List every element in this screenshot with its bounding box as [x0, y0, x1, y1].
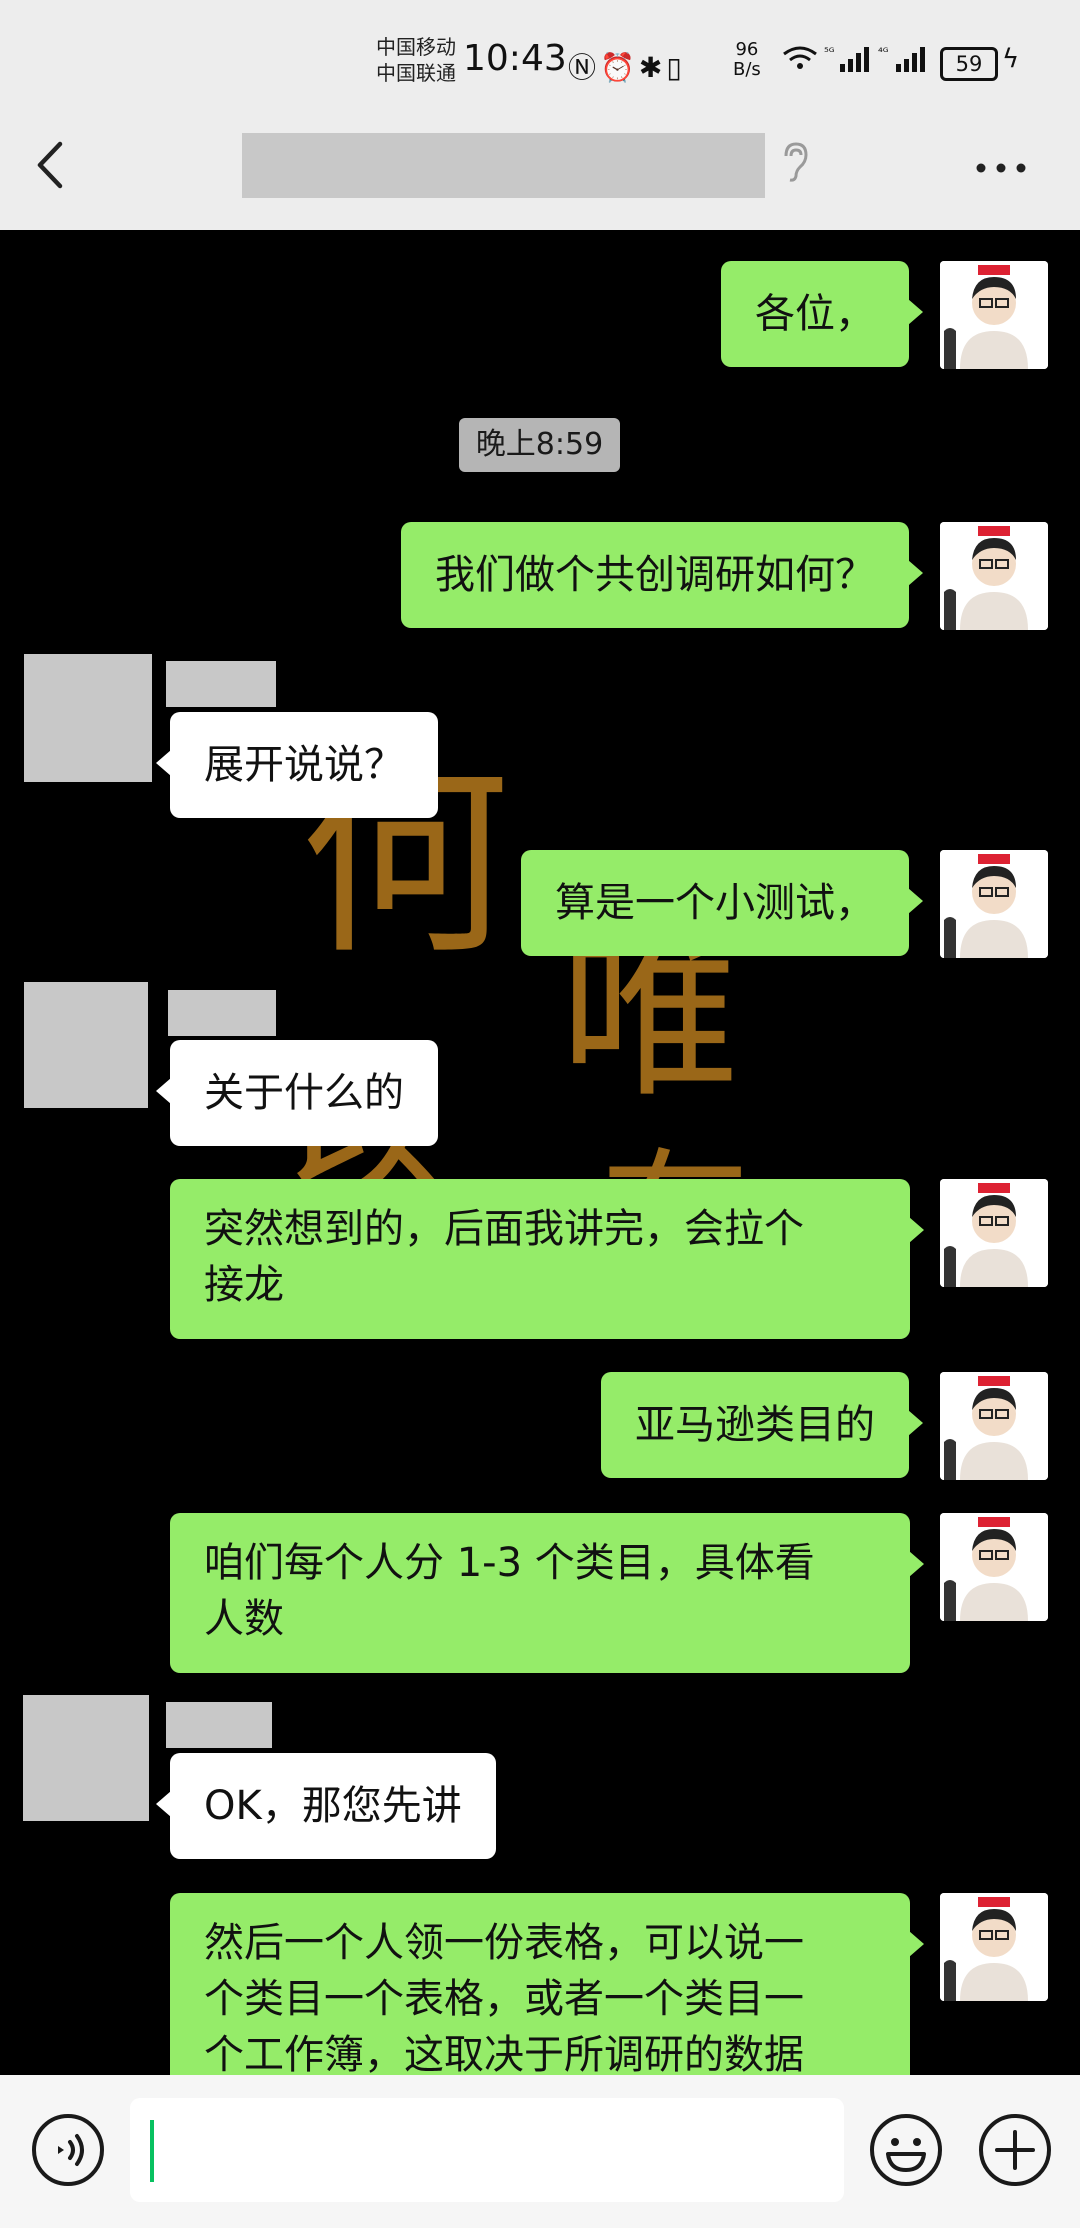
sender-name-redacted: [168, 990, 276, 1036]
message-bubble-sent[interactable]: 算是一个小测试，: [521, 850, 923, 956]
text-cursor: [150, 2120, 154, 2182]
message-bubble-sent[interactable]: 亚马逊类目的: [601, 1372, 923, 1478]
network-speed: 96 B/s: [733, 40, 761, 80]
sender-name-redacted: [166, 1702, 272, 1748]
avatar[interactable]: [940, 1893, 1048, 2001]
ear-icon: [778, 140, 812, 193]
cell-signal-1-icon: ⁵ᴳ: [824, 44, 874, 81]
wifi-signal-icon: [780, 44, 820, 81]
battery-indicator: 59: [940, 47, 998, 81]
message-bubble-sent[interactable]: 突然想到的，后面我讲完，会拉个 接龙: [170, 1179, 924, 1339]
chat-area[interactable]: 何 以 唯 有 各位， 晚上8:59 我们做个共创调研如何？ 展开说说？ 算是一…: [0, 230, 1080, 2075]
speed-unit: B/s: [733, 59, 761, 80]
svg-text:⁴ᴳ: ⁴ᴳ: [878, 45, 889, 59]
chat-title-redacted: [242, 133, 765, 198]
svg-text:⁵ᴳ: ⁵ᴳ: [824, 45, 835, 59]
sender-avatar-redacted[interactable]: [24, 982, 148, 1108]
sender-avatar-redacted[interactable]: [24, 654, 152, 782]
message-bubble-received[interactable]: OK，那您先讲: [156, 1753, 496, 1859]
charging-icon: ϟ: [1002, 44, 1020, 74]
message-bubble-sent[interactable]: 我们做个共创调研如何？: [401, 522, 923, 628]
emoji-icon[interactable]: [866, 2110, 946, 2190]
message-bubble-sent[interactable]: 然后一个人领一份表格，可以说一 个类目一个表格，或者一个类目一 个工作簿，这取决…: [170, 1893, 924, 2075]
message-bubble-received[interactable]: 展开说说？: [156, 712, 438, 818]
message-bubble-sent[interactable]: 咱们每个人分 1-3 个类目，具体看 人数: [170, 1513, 924, 1673]
carrier-2: 中国联通: [376, 61, 456, 85]
avatar[interactable]: [940, 850, 1048, 958]
status-icons: Ⓝ⏰✱▯: [568, 51, 686, 84]
carrier-labels: 中国移动 中国联通: [376, 34, 456, 86]
avatar[interactable]: [940, 261, 1048, 369]
message-bubble-sent[interactable]: 各位，: [721, 261, 923, 367]
voice-icon[interactable]: [28, 2110, 108, 2190]
chevron-left-icon[interactable]: [32, 138, 72, 192]
avatar[interactable]: [940, 1513, 1048, 1621]
more-icon[interactable]: [975, 150, 1027, 174]
message-input[interactable]: [130, 2098, 844, 2202]
speed-value: 96: [735, 39, 759, 60]
avatar[interactable]: [940, 1372, 1048, 1480]
plus-icon[interactable]: [975, 2110, 1055, 2190]
message-bubble-received[interactable]: 关于什么的: [156, 1040, 438, 1146]
cell-signal-2-icon: ⁴ᴳ: [878, 44, 932, 81]
status-time: 10:43: [463, 38, 567, 79]
avatar[interactable]: [940, 522, 1048, 630]
sender-name-redacted: [166, 661, 276, 707]
avatar[interactable]: [940, 1179, 1048, 1287]
carrier-1: 中国移动: [376, 35, 456, 59]
sender-avatar-redacted[interactable]: [23, 1695, 149, 1821]
chat-timestamp: 晚上8:59: [459, 418, 620, 472]
